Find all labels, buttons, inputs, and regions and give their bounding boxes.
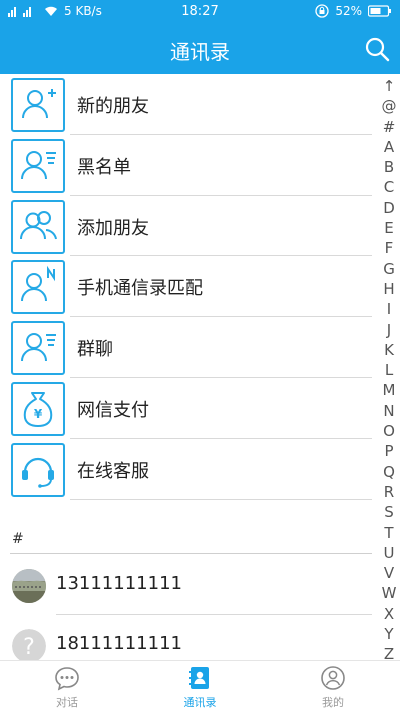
- index-letter[interactable]: W: [382, 583, 397, 603]
- menu-item-blacklist[interactable]: 黑名单: [0, 135, 380, 196]
- index-letter[interactable]: @: [382, 96, 397, 116]
- tab-bar: 对话 通讯录 我的: [0, 660, 400, 711]
- svg-text:¥: ¥: [34, 407, 43, 421]
- contacts-icon: [189, 667, 209, 689]
- index-letter[interactable]: N: [383, 401, 394, 421]
- menu-item-label: 手机通信录匹配: [77, 278, 203, 300]
- index-letter[interactable]: M: [383, 380, 396, 400]
- battery-icon: [368, 5, 391, 17]
- contact-number: 13111111111: [56, 573, 182, 594]
- index-letter[interactable]: #: [383, 117, 396, 137]
- index-letter[interactable]: G: [383, 259, 395, 279]
- index-letter[interactable]: S: [384, 502, 394, 522]
- index-letter[interactable]: H: [383, 279, 394, 299]
- status-right: 52%: [315, 4, 392, 18]
- icon-frame: [11, 321, 65, 376]
- page-title: 通讯录: [170, 40, 230, 64]
- chat-icon: [55, 667, 79, 691]
- tab-label: 对话: [56, 696, 78, 709]
- tab-contacts[interactable]: 通讯录: [160, 665, 240, 710]
- index-letter[interactable]: C: [384, 177, 394, 197]
- tab-label: 我的: [322, 696, 344, 709]
- icon-frame: [11, 442, 65, 497]
- contacts-menu: 新的朋友 黑名单 添加朋友 手机通信录匹配 群聊 ¥ 网信支付 在线客服: [0, 74, 380, 500]
- index-letter[interactable]: R: [384, 482, 394, 502]
- contact-number: 18111111111: [56, 633, 182, 654]
- menu-item-label: 在线客服: [77, 460, 149, 482]
- title-bar: 通讯录: [0, 24, 400, 74]
- index-letter[interactable]: A: [384, 137, 394, 157]
- menu-item-phone-contacts[interactable]: 手机通信录匹配: [0, 256, 380, 318]
- tab-chats[interactable]: 对话: [27, 665, 107, 710]
- menu-item-label: 群聊: [77, 339, 113, 361]
- menu-item-label: 网信支付: [77, 399, 149, 421]
- unknown-avatar-icon: ?: [12, 629, 46, 663]
- menu-item-group-chat[interactable]: 群聊: [0, 317, 380, 378]
- icon-frame: ¥: [11, 381, 65, 436]
- menu-item-customer-service[interactable]: 在线客服: [0, 439, 380, 500]
- tab-me[interactable]: 我的: [293, 665, 373, 710]
- battery-percent: 52%: [335, 4, 362, 18]
- index-letter[interactable]: K: [384, 340, 394, 360]
- menu-item-add-friend[interactable]: 添加朋友: [0, 196, 380, 257]
- index-letter[interactable]: ↑: [383, 76, 396, 96]
- photo-avatar-icon: [12, 569, 46, 603]
- contact-row[interactable]: 13111111111: [0, 555, 380, 615]
- icon-frame: [11, 260, 65, 315]
- index-letter[interactable]: F: [385, 238, 394, 258]
- status-bar: 5 KB/s 18:27 52%: [0, 0, 400, 24]
- group-icon: [20, 210, 57, 239]
- index-letter[interactable]: X: [384, 604, 394, 624]
- menu-item-label: 新的朋友: [77, 96, 149, 117]
- alphabet-index[interactable]: ↑ @ # A B C D E F G H I J K L M N O P Q R S T U V W X Y Z: [378, 76, 400, 666]
- menu-item-payment[interactable]: ¥ 网信支付: [0, 378, 380, 439]
- search-icon[interactable]: [364, 36, 390, 62]
- icon-frame: [11, 78, 65, 132]
- menu-item-new-friends[interactable]: 新的朋友: [0, 74, 380, 135]
- tab-label: 通讯录: [183, 696, 217, 709]
- avatar: ?: [12, 629, 46, 663]
- menu-item-label: 黑名单: [77, 156, 131, 178]
- money-bag-icon: ¥: [23, 391, 53, 427]
- icon-frame: [11, 138, 65, 193]
- add-user-icon: [22, 89, 56, 119]
- headset-icon: [22, 457, 54, 488]
- svg-text:?: ?: [23, 635, 35, 660]
- index-letter[interactable]: I: [387, 299, 391, 319]
- section-divider: [10, 553, 372, 554]
- phone-contacts-icon: [21, 266, 55, 302]
- index-letter[interactable]: B: [384, 157, 394, 177]
- icon-frame: [11, 199, 65, 254]
- index-letter[interactable]: O: [383, 421, 395, 441]
- lock-rotation-icon: [315, 4, 329, 18]
- index-letter[interactable]: Q: [383, 462, 395, 482]
- index-letter[interactable]: P: [384, 441, 393, 461]
- menu-item-label: 添加朋友: [77, 217, 149, 239]
- avatar: [12, 569, 46, 603]
- index-letter[interactable]: T: [384, 523, 393, 543]
- profile-icon: [321, 666, 345, 690]
- index-letter[interactable]: D: [383, 198, 395, 218]
- index-letter[interactable]: J: [387, 320, 391, 340]
- index-letter[interactable]: U: [384, 543, 395, 563]
- index-letter[interactable]: V: [384, 563, 394, 583]
- index-letter[interactable]: Y: [384, 624, 393, 644]
- divider: [70, 498, 372, 500]
- section-header: #: [12, 531, 24, 547]
- index-letter[interactable]: E: [384, 218, 393, 238]
- blocked-list-icon: [21, 150, 56, 179]
- index-letter[interactable]: L: [385, 360, 393, 380]
- app-screen: 5 KB/s 18:27 52% 通讯录 新的朋友 黑名单 添加朋友 手机通信录…: [0, 0, 400, 711]
- group-chat-icon: [21, 333, 56, 362]
